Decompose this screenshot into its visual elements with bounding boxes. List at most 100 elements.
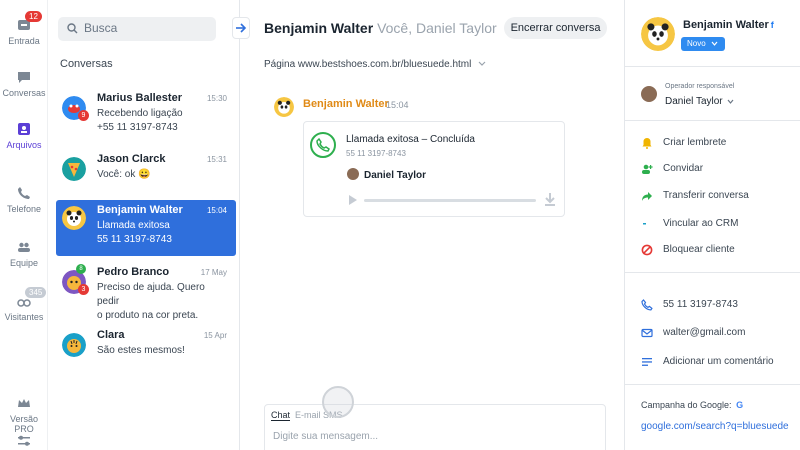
sliders-icon: [18, 435, 30, 446]
version-label: Versão PRO: [9, 414, 39, 434]
chevron-down-icon: [727, 99, 734, 104]
link-crm-action[interactable]: Vincular ao CRM: [641, 217, 791, 233]
unread-badge: 3: [78, 284, 89, 295]
preview-line-1: Preciso de ajuda. Quero pedir: [97, 282, 205, 307]
conversation-time: 15:31: [206, 155, 227, 164]
play-icon[interactable]: [348, 194, 358, 206]
divider: [625, 120, 800, 121]
conversation-preview: Recebendo ligação +55 11 3197-8743: [97, 107, 227, 135]
campaign-link[interactable]: google.com/search?q=bluesuede: [641, 421, 793, 432]
action-label: Convidar: [663, 163, 704, 174]
conversation-preview: São estes mesmos!: [97, 344, 227, 358]
nav-label-telefone: Telefone: [6, 204, 42, 214]
transfer-conversation-action[interactable]: Transferir conversa: [641, 189, 791, 205]
preview-line-2: o produto na cor preta.: [97, 310, 199, 321]
chat-title-name: Benjamin Walter: [264, 20, 374, 36]
preview-line-1: Recebendo ligação: [97, 108, 183, 119]
call-icon: [310, 132, 336, 158]
conversation-preview: Você: ok 😀: [97, 168, 227, 182]
chevron-down-icon: [711, 41, 718, 46]
conversation-item[interactable]: 8 3 Pedro Branco 17 May Preciso de ajuda…: [56, 262, 236, 321]
campaign-label-text: Campanha do Google:: [641, 400, 732, 410]
message-time: 15:04: [386, 100, 409, 110]
block-client-action[interactable]: Bloquear cliente: [641, 243, 791, 259]
contact-panel: Benjamin Walter f Novo Operador responsáv…: [624, 0, 800, 450]
nav-label-visitantes: Visitantes: [4, 312, 44, 322]
contact-phone[interactable]: 55 11 3197-8743: [641, 298, 791, 314]
email-value: walter@gmail.com: [663, 327, 746, 338]
version-item[interactable]: Versão PRO: [0, 396, 48, 434]
contact-name: Benjamin Walter f: [683, 19, 774, 31]
avatar: [62, 157, 86, 181]
tab-email[interactable]: E-mail: [295, 410, 321, 420]
operator-label: Operador responsável: [665, 83, 735, 90]
add-comment-action[interactable]: Adicionar um comentário: [641, 355, 791, 371]
phone-icon: [18, 187, 30, 199]
panda-avatar: [274, 97, 294, 117]
search-icon: [67, 23, 78, 34]
nav-item-visitantes[interactable]: 345 Visitantes: [0, 287, 48, 322]
preview-line-1: Você: ok 😀: [97, 169, 151, 180]
nav-item-equipe[interactable]: Equipe: [0, 240, 48, 268]
tab-chat[interactable]: Chat: [271, 410, 291, 421]
preview-line-2: +55 11 3197-8743: [97, 122, 178, 133]
nav-label-arquivos: Arquivos: [6, 140, 42, 150]
nav-label-equipe: Equipe: [9, 258, 39, 268]
settings-item[interactable]: [0, 434, 48, 450]
tiger-avatar: [62, 333, 86, 357]
divider: [625, 66, 800, 67]
forward-icon: [642, 192, 652, 201]
nav-item-telefone[interactable]: Telefone: [0, 186, 48, 214]
end-conversation-button[interactable]: Encerrar conversa: [504, 17, 607, 39]
search-input[interactable]: [84, 21, 209, 35]
conversation-name: Marius Ballester: [97, 92, 182, 104]
conversation-time: 15:04: [206, 206, 227, 215]
call-title: Llamada exitosa – Concluída: [346, 134, 475, 145]
message-input[interactable]: [273, 431, 593, 442]
action-label: Transferir conversa: [663, 190, 749, 201]
contact-email[interactable]: walter@gmail.com: [641, 326, 791, 342]
nav-label-conversas: Conversas: [2, 88, 46, 98]
status-dropdown[interactable]: Novo: [681, 37, 725, 51]
phone-value: 55 11 3197-8743: [663, 299, 738, 310]
action-label: Bloquear cliente: [663, 244, 735, 255]
conversation-item-active[interactable]: Benjamin Walter 15:04 Llamada exitosa 55…: [56, 200, 236, 256]
call-number: 55 11 3197-8743: [346, 149, 406, 158]
conversation-item[interactable]: 9 Marius Ballester 15:30 Recebendo ligaç…: [56, 88, 236, 144]
action-label: Vincular ao CRM: [663, 218, 739, 229]
chevron-down-icon: [478, 61, 486, 66]
google-icon: G: [736, 400, 744, 410]
conversation-time: 17 May: [200, 268, 227, 277]
nav-item-arquivos[interactable]: Arquivos: [0, 122, 48, 150]
collapse-button[interactable]: [232, 17, 250, 39]
call-card: Llamada exitosa – Concluída 55 11 3197-8…: [303, 121, 565, 217]
campaign-label: Campanha do Google: G: [641, 400, 743, 410]
divider: [625, 384, 800, 385]
conversation-item[interactable]: Jason Clarck 15:31 Você: ok 😀: [56, 149, 236, 205]
page-url-text: Página www.bestshoes.com.br/bluesuede.ht…: [264, 59, 472, 70]
operator-name: Daniel Taylor: [665, 96, 723, 107]
nav-item-entrada[interactable]: 12 Entrada: [0, 11, 48, 46]
page-url[interactable]: Página www.bestshoes.com.br/bluesuede.ht…: [264, 59, 486, 70]
conversation-name: Clara: [97, 329, 125, 341]
visitantes-badge: 345: [25, 287, 47, 298]
audio-progress[interactable]: [364, 199, 536, 202]
conversation-time: 15:30: [206, 94, 227, 103]
status-label: Novo: [687, 39, 706, 48]
comment-label: Adicionar um comentário: [663, 356, 774, 367]
comment-lines-icon: [642, 358, 652, 366]
add-user-icon: [642, 164, 653, 174]
create-reminder-action[interactable]: Criar lembrete: [641, 136, 791, 152]
conversation-item[interactable]: Clara 15 Apr São estes mesmos!: [56, 325, 236, 381]
touch-indicator: [322, 386, 354, 418]
chat-title: Benjamin Walter Você, Daniel Taylor: [264, 20, 497, 36]
operator-dropdown[interactable]: Daniel Taylor: [665, 96, 734, 107]
download-icon[interactable]: [544, 192, 556, 206]
facebook-icon: f: [770, 20, 774, 30]
invite-action[interactable]: Convidar: [641, 162, 791, 178]
nav-item-conversas[interactable]: Conversas: [0, 70, 48, 98]
search-box[interactable]: [58, 17, 216, 41]
preview-line-1: São estes mesmos!: [97, 345, 185, 356]
nav-rail: 12 Entrada Conversas Arquivos Telefone E…: [0, 0, 48, 450]
divider: [625, 272, 800, 273]
